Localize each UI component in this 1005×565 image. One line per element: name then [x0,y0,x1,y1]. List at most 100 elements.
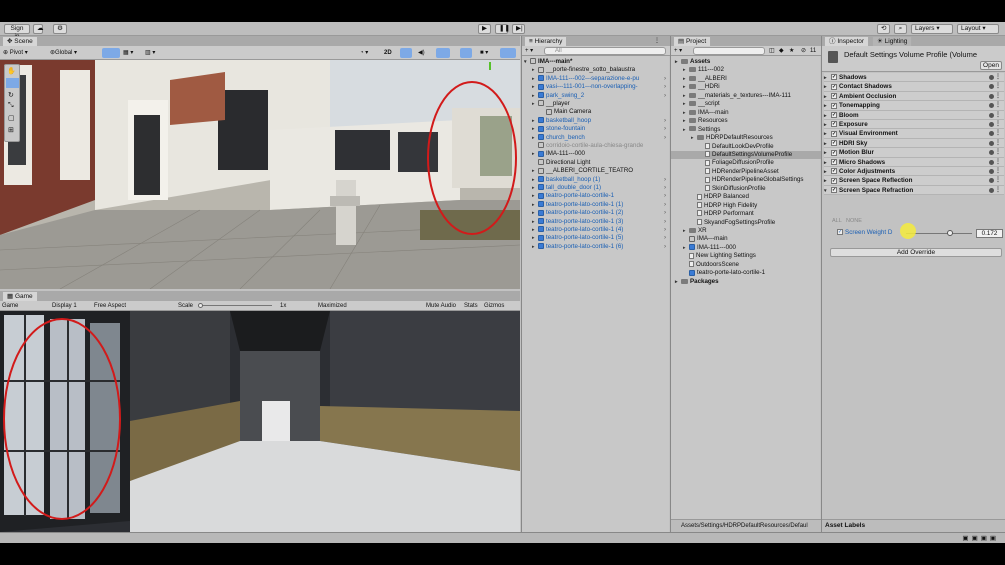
project-item[interactable]: New Lighting Settings [671,252,821,260]
hierarchy-item[interactable]: ▸ teatro-porte-lato-cortile-1 (5) › [532,234,668,242]
create-asset-button[interactable]: + ▾ [674,47,682,55]
project-item[interactable]: ▸ Assets [671,58,821,66]
project-item[interactable]: teatro-porte-lato-cortile-1 [671,269,821,277]
override-enabled-checkbox[interactable]: ✓ [831,130,837,137]
project-item[interactable]: HDRP High Fidelity [671,202,821,210]
more-options-icon[interactable]: ⋮ [995,148,1001,157]
open-prefab-icon[interactable]: › [664,83,666,91]
hierarchy-item[interactable]: ▸ teatro-porte-lato-cortile-1 (4) › [532,226,668,234]
tab-lighting[interactable]: ☀ Lighting [872,36,913,46]
more-options-icon[interactable]: ⋮ [995,73,1001,82]
project-item[interactable]: HDRenderPipelineAsset [671,168,821,176]
tab-hierarchy[interactable]: ≡ Hierarchy [524,36,568,46]
open-prefab-icon[interactable]: › [664,192,666,200]
open-prefab-icon[interactable]: › [664,125,666,133]
global-dropdown[interactable]: ⊛Global ▾ [50,49,77,57]
open-prefab-icon[interactable]: › [664,184,666,192]
project-item[interactable]: DefaultLookDevProfile [671,143,821,151]
project-item[interactable]: DefaultSettingsVolumeProfile [671,150,821,160]
play-button[interactable]: ▶ [478,24,491,34]
override-row[interactable]: ▸ ✓ Tonemapping ⋮ [824,101,1004,111]
more-options-icon[interactable]: ⋮ [995,82,1001,91]
hierarchy-item[interactable]: ▸ tall_double_door (1) › [532,184,668,192]
filter-type-icon[interactable]: ◫ [769,47,775,55]
game-viewport[interactable] [0,311,520,532]
project-item[interactable]: ▸ __materials_e_textures---IMA-111 [671,92,821,100]
move-tool-icon[interactable] [6,78,19,88]
history-icon[interactable]: ⟲ [877,24,890,34]
gizmos-icon[interactable] [500,48,516,58]
project-item[interactable]: SkinDiffusionProfile [671,185,821,193]
override-enabled-checkbox[interactable]: ✓ [831,149,837,156]
help-icon[interactable] [989,103,994,109]
override-enabled-checkbox[interactable]: ✓ [831,140,837,147]
project-item[interactable]: IMA---main [671,235,821,243]
hierarchy-item[interactable]: corridoio-cortile-aula-chiesa-grande [532,142,668,150]
override-row[interactable]: ▸ ✓ Visual Environment ⋮ [824,129,1004,139]
asset-labels-section[interactable]: Asset Labels [822,519,1005,532]
override-checkbox[interactable]: ✓ [837,229,843,236]
tab-project[interactable]: ▤ Project [673,36,712,46]
override-row[interactable]: ▸ ✓ Shadows ⋮ [824,73,1004,83]
override-enabled-checkbox[interactable]: ✓ [831,74,837,81]
scale-slider-thumb[interactable] [198,303,203,308]
help-icon[interactable] [989,178,994,184]
sign-in-button[interactable]: Sign in [4,24,30,40]
help-icon[interactable] [989,75,994,80]
more-options-icon[interactable]: ⋮ [995,129,1001,138]
override-row[interactable]: ▸ ✓ Motion Blur ⋮ [824,148,1004,158]
help-icon[interactable] [989,84,994,90]
project-item[interactable]: ▸ Packages [671,278,821,286]
hidden-packages-icon[interactable]: ⊘ [801,47,806,55]
hierarchy-item[interactable]: ▸ teatro-porte-lato-cortile-1 › [532,192,668,200]
override-row[interactable]: ▸ ✓ Micro Shadows ⋮ [824,157,1004,167]
more-options-icon[interactable]: ⋮ [995,176,1001,185]
hierarchy-menu-icon[interactable]: ⋮ [654,37,660,44]
hierarchy-item[interactable]: Directional Light [532,159,668,167]
override-enabled-checkbox[interactable]: ✓ [831,83,837,90]
add-override-button[interactable]: Add Override [830,248,1002,257]
hierarchy-item[interactable]: ▸ IMA-111---000 [532,150,668,158]
filter-label-icon[interactable]: ◆ [779,47,784,55]
hierarchy-item[interactable]: Main Camera [540,108,668,116]
effects-icon[interactable] [436,48,450,58]
override-row[interactable]: ▸ ✓ Exposure ⋮ [824,120,1004,130]
aspect-dropdown[interactable]: Free Aspect [94,302,126,310]
hierarchy-item[interactable]: ▸ __ALBERI_CORTILE_TEATRO [532,167,668,175]
project-item[interactable]: ▸ Resources [671,117,821,125]
project-item[interactable]: FoliageDiffusionProfile [671,159,821,167]
project-item[interactable]: ▸ __ALBERI [671,75,821,83]
help-icon[interactable] [989,187,994,193]
override-row[interactable]: ▾ ✓ Screen Space Refraction ⋮ [824,185,1004,196]
override-enabled-checkbox[interactable]: ✓ [831,177,837,184]
override-row[interactable]: ▸ ✓ Color Adjustments ⋮ [824,167,1004,177]
scene-viewport[interactable]: ✋ ↻ ⤡ ▢ ⊞ [0,60,520,289]
help-icon[interactable] [989,131,994,137]
hierarchy-item[interactable]: ▸ teatro-porte-lato-cortile-1 (1) › [532,201,668,209]
hierarchy-item[interactable]: ▸ vasi---111-001---non-overlapping- › [532,83,668,91]
override-row[interactable]: ▸ ✓ Contact Shadows ⋮ [824,82,1004,92]
hierarchy-item[interactable]: ▸ __player [532,100,668,108]
project-item[interactable]: ▸ XR [671,227,821,235]
hierarchy-item[interactable]: ▸ teatro-porte-lato-cortile-1 (6) › [532,243,668,251]
project-item[interactable]: ▸ HDRPDefaultResources [671,134,821,142]
project-item[interactable]: ▸ Settings [671,126,821,134]
hierarchy-item[interactable]: ▸ basketball_hoop (1) › [532,176,668,184]
lighting-toggle-icon[interactable] [400,48,412,58]
foldout-arrow-icon[interactable]: ▾ [824,187,830,196]
open-prefab-icon[interactable]: › [664,209,666,217]
more-options-icon[interactable]: ⋮ [995,120,1001,129]
screen-weight-value-field[interactable]: 0.172 [976,229,1003,238]
filter-search-icon[interactable]: ★ [789,47,794,55]
cloud-icon[interactable]: ☁ [33,24,44,34]
project-item[interactable]: ▸ 111---002 [671,66,821,74]
rect-tool-icon[interactable]: ▢ [8,114,15,122]
project-item[interactable]: HDRP Performant [671,210,821,218]
help-icon[interactable] [989,150,994,156]
more-options-icon[interactable]: ⋮ [995,158,1001,167]
hierarchy-item[interactable]: ▸ basketball_hoop › [532,117,668,125]
add-object-button[interactable]: + ▾ [525,47,533,55]
layers-dropdown[interactable]: Layers ▾ [911,24,953,34]
help-icon[interactable] [989,169,994,174]
open-prefab-icon[interactable]: › [664,201,666,209]
